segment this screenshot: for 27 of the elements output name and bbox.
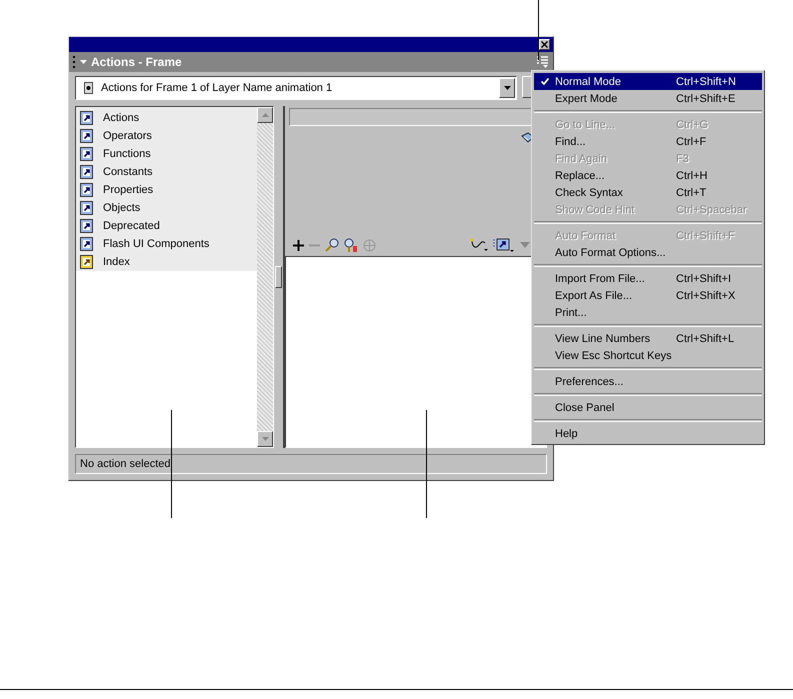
menu-item[interactable]: Close Panel — [534, 399, 762, 416]
menu-item[interactable]: Expert Mode Ctrl+Shift+E — [534, 90, 762, 107]
script-target-text: Actions for Frame 1 of Layer Name animation 1 — [101, 82, 334, 94]
toolbox-item[interactable]: Flash UI Components — [76, 235, 257, 253]
menu-item[interactable]: Export As File... Ctrl+Shift+X — [534, 287, 762, 304]
panel-title: Actions - Frame — [91, 55, 183, 69]
toolbox-item[interactable]: Properties — [76, 181, 257, 199]
menu-item[interactable]: Auto Format Options... — [534, 244, 762, 261]
toolbox-item[interactable]: Operators — [76, 127, 257, 145]
menu-item[interactable]: View Line Numbers Ctrl+Shift+L — [534, 330, 762, 347]
menu-item[interactable]: Preferences... — [534, 373, 762, 390]
toolbox-item[interactable]: Deprecated — [76, 217, 257, 235]
toolbox-item[interactable]: Index — [76, 253, 257, 271]
toolbox-item[interactable]: Objects — [76, 199, 257, 217]
menu-item[interactable]: Print... — [534, 304, 762, 321]
menu-item[interactable]: Find... Ctrl+F — [534, 133, 762, 150]
menu-item[interactable]: Normal Mode Ctrl+Shift+N — [534, 73, 762, 90]
menu-item[interactable]: Help — [534, 425, 762, 442]
toolbox-item[interactable]: Functions — [76, 145, 257, 163]
menu-item[interactable]: View Esc Shortcut Keys — [534, 347, 762, 364]
toolbox-item[interactable]: Constants — [76, 163, 257, 181]
menu-item[interactable]: Import From File... Ctrl+Shift+I — [534, 270, 762, 287]
toolbox-item[interactable]: Actions — [76, 109, 257, 127]
menu-item[interactable]: Check Syntax Ctrl+T — [534, 184, 762, 201]
menu-item[interactable]: Replace... Ctrl+H — [534, 167, 762, 184]
status-text: No action selected — [80, 458, 170, 470]
script-target-dropdown[interactable]: Actions for Frame 1 of Layer Name animation 1 — [75, 76, 517, 100]
